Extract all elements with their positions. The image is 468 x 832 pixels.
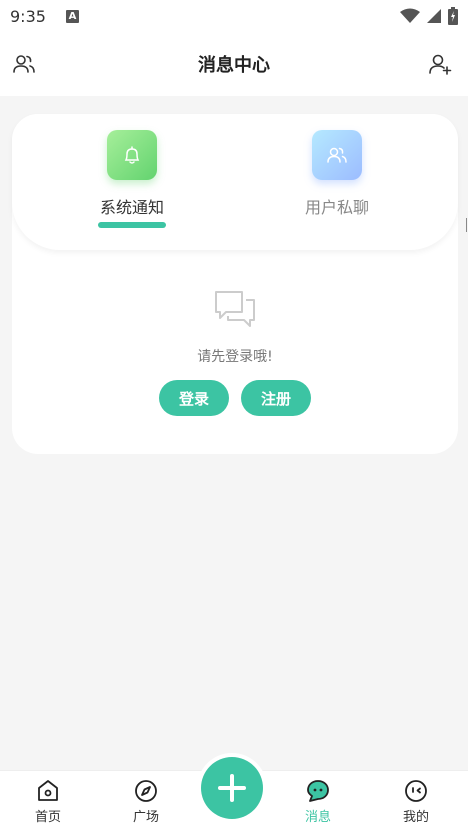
tab-label: 系统通知 xyxy=(99,198,164,217)
add-friend-icon[interactable] xyxy=(428,52,452,76)
nav-home[interactable]: 首页 xyxy=(18,779,78,827)
chat-bubbles-icon xyxy=(215,291,255,327)
nav-label: 首页 xyxy=(34,810,61,825)
nav-square[interactable]: 广场 xyxy=(116,779,176,827)
tab-system-notice[interactable]: 系统通知 xyxy=(72,130,192,230)
tabs-panel: 系统通知 用户私聊 xyxy=(12,114,458,250)
signal-icon xyxy=(427,9,441,23)
compass-icon xyxy=(135,780,157,802)
page-title: 消息中心 xyxy=(198,55,270,76)
nav-label: 消息 xyxy=(304,810,331,825)
battery-icon xyxy=(448,7,458,25)
status-bar: 9:35 A xyxy=(0,0,468,32)
nav-mine[interactable]: 我的 xyxy=(386,779,446,827)
notification-a-icon: A xyxy=(65,9,79,23)
active-tab-indicator xyxy=(98,222,166,228)
users-icon xyxy=(312,130,362,180)
nav-message[interactable]: 消息 xyxy=(288,779,348,827)
message-card: 系统通知 用户私聊 请先登录哦! 登录 注册 xyxy=(12,114,458,454)
face-icon xyxy=(405,780,427,802)
login-prompt-text: 请先登录哦! xyxy=(197,349,273,365)
bottom-nav: 首页 广场 消息 我的 xyxy=(0,757,468,832)
status-icons xyxy=(400,7,458,25)
register-button[interactable]: 注册 xyxy=(241,380,311,416)
header: 消息中心 xyxy=(0,32,468,96)
contacts-icon[interactable] xyxy=(12,52,36,76)
nav-label: 广场 xyxy=(132,810,159,825)
login-button[interactable]: 登录 xyxy=(159,380,229,416)
home-icon xyxy=(38,780,58,801)
plus-icon xyxy=(218,774,246,802)
message-icon xyxy=(307,780,329,802)
bell-icon xyxy=(107,130,157,180)
nav-label: 我的 xyxy=(402,810,429,825)
status-time: 9:35 xyxy=(10,6,46,26)
wifi-icon xyxy=(400,8,420,23)
tab-user-chat[interactable]: 用户私聊 xyxy=(277,130,397,230)
tab-label: 用户私聊 xyxy=(304,198,369,217)
add-button[interactable] xyxy=(201,757,263,819)
